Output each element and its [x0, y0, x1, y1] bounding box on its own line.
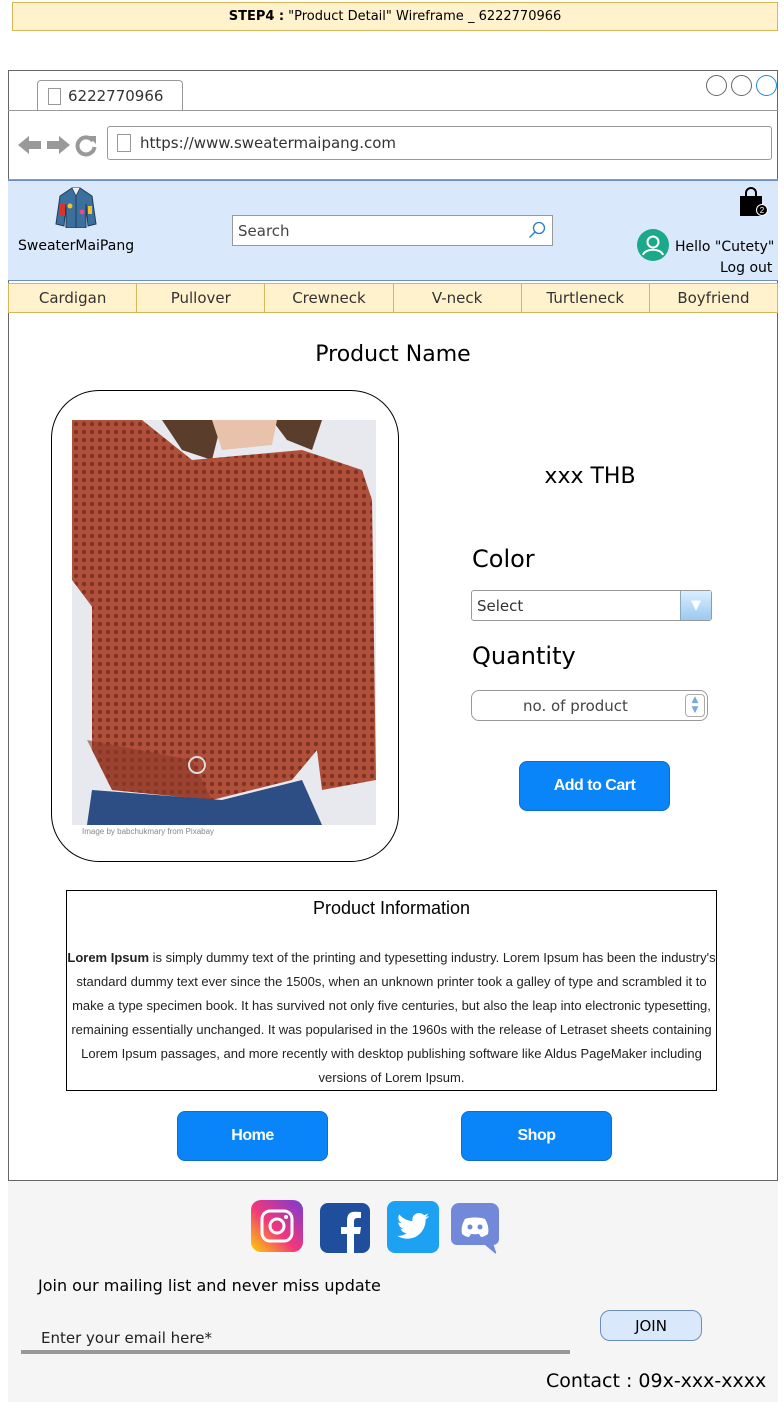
category-pullover[interactable]: Pullover [137, 284, 266, 312]
window-button-circle-icon[interactable] [706, 75, 727, 96]
email-placeholder: Enter your email here* [41, 1329, 212, 1347]
step-banner: STEP4 : "Product Detail" Wireframe _ 622… [12, 2, 778, 31]
search-input[interactable]: Search [232, 215, 553, 246]
forward-arrow-icon[interactable] [46, 134, 70, 156]
facebook-icon[interactable] [320, 1203, 370, 1253]
category-boyfriend[interactable]: Boyfriend [650, 284, 777, 312]
instagram-icon[interactable] [251, 1200, 303, 1252]
user-greeting: Hello "Cutety" [675, 239, 775, 255]
back-arrow-icon[interactable] [18, 134, 42, 156]
category-v-neck[interactable]: V-neck [394, 284, 522, 312]
add-to-cart-button[interactable]: Add to Cart [519, 761, 670, 811]
spinner-arrows-icon[interactable]: ▲ ▼ [685, 694, 705, 717]
search-icon[interactable] [528, 221, 546, 239]
document-icon [48, 88, 61, 105]
refresh-icon[interactable] [74, 133, 98, 157]
quantity-stepper[interactable]: no. of product ▲ ▼ [471, 690, 708, 721]
discord-icon[interactable] [451, 1203, 499, 1255]
address-bar[interactable]: https://www.sweatermaipang.com [107, 126, 772, 160]
shop-button[interactable]: Shop [461, 1111, 612, 1161]
quantity-placeholder: no. of product [523, 696, 628, 715]
home-button[interactable]: Home [177, 1111, 328, 1161]
quantity-label: Quantity [472, 642, 576, 670]
step-label: STEP4 : [228, 9, 285, 24]
product-info-title: Product Information [312, 898, 471, 918]
step-title: "Product Detail" Wireframe _ 6222770966 [288, 9, 562, 24]
product-price: xxx THB [544, 464, 636, 489]
tab-divider [8, 110, 778, 111]
product-info-text: Lorem Ipsum is simply dummy text of the … [66, 946, 717, 1090]
product-title: Product Name [315, 342, 471, 367]
color-select[interactable]: Select ▼ [471, 590, 712, 621]
shopping-bag-icon[interactable]: 2 [738, 186, 768, 220]
product-photo [72, 420, 376, 825]
logout-link[interactable]: Log out [720, 260, 772, 276]
window-button-circle-icon[interactable] [756, 75, 777, 96]
document-icon [117, 134, 131, 152]
color-select-value: Select [477, 596, 524, 615]
category-turtleneck[interactable]: Turtleneck [522, 284, 650, 312]
browser-tab[interactable]: 6222770966 [37, 80, 183, 111]
jacket-logo-icon[interactable] [52, 186, 100, 228]
window-button-circle-icon[interactable] [731, 75, 752, 96]
color-label: Color [472, 545, 535, 573]
brand-name[interactable]: SweaterMaiPang [18, 238, 134, 254]
category-nav: Cardigan Pullover Crewneck V-neck Turtle… [8, 283, 778, 313]
category-cardigan[interactable]: Cardigan [9, 284, 138, 312]
browser-nav [18, 131, 103, 159]
search-placeholder: Search [238, 221, 290, 240]
cart-count-badge: 2 [760, 206, 765, 215]
contact-info: Contact : 09x-xxx-xxxx [546, 1370, 767, 1392]
user-avatar-icon[interactable] [637, 229, 669, 261]
info-lead: Lorem Ipsum [67, 950, 150, 965]
image-credit: Image by babchukmary from Pixabay [82, 827, 215, 836]
join-button[interactable]: JOIN [600, 1310, 702, 1341]
mailing-list-text: Join our mailing list and never miss upd… [38, 1276, 381, 1295]
info-body: is simply dummy text of the printing and… [71, 950, 716, 1085]
chevron-down-icon[interactable]: ▼ [680, 591, 711, 620]
category-crewneck[interactable]: Crewneck [265, 284, 394, 312]
url-text: https://www.sweatermaipang.com [140, 134, 396, 152]
email-field[interactable]: Enter your email here* [21, 1326, 570, 1354]
tab-title: 6222770966 [68, 87, 164, 105]
twitter-icon[interactable] [387, 1201, 439, 1253]
